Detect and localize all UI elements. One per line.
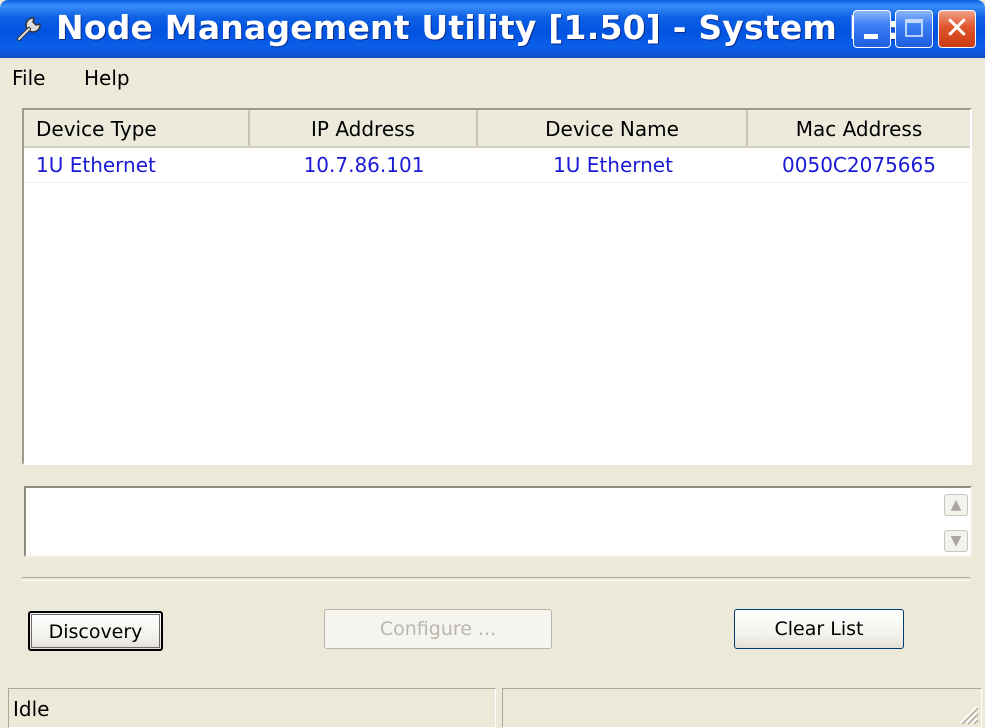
resize-grip-icon[interactable]: [955, 701, 979, 725]
configure-button[interactable]: Configure ...: [324, 609, 552, 649]
minimize-button[interactable]: [853, 10, 891, 48]
scroll-up-button[interactable]: ▲: [944, 494, 968, 516]
column-header-ip-address[interactable]: IP Address: [250, 110, 478, 146]
column-header-device-name[interactable]: Device Name: [478, 110, 748, 146]
cell-mac-address: 0050C2075665: [782, 153, 936, 177]
cell-ip-address: 10.7.86.101: [303, 153, 425, 177]
cell-device-name: 1U Ethernet: [553, 153, 673, 177]
window-title: Node Management Utility [1.50] - System …: [56, 8, 949, 47]
status-pane-secondary: [502, 688, 982, 728]
log-textbox[interactable]: ▲ ▼: [24, 486, 972, 557]
maximize-button[interactable]: [895, 10, 933, 48]
separator: [22, 577, 970, 581]
clear-list-button[interactable]: Clear List: [734, 609, 904, 649]
discovery-button[interactable]: Discovery: [28, 611, 163, 651]
close-button[interactable]: ✕: [938, 10, 976, 48]
status-text: Idle: [13, 697, 50, 721]
chevron-down-icon: ▼: [950, 533, 962, 549]
device-list-header: Device Type IP Address Device Name Mac A…: [24, 110, 970, 148]
title-bar[interactable]: Node Management Utility [1.50] - System …: [0, 0, 985, 58]
close-icon: ✕: [944, 11, 970, 46]
column-header-mac-address[interactable]: Mac Address: [748, 110, 970, 146]
scroll-down-button[interactable]: ▼: [944, 530, 968, 552]
column-header-device-type[interactable]: Device Type: [24, 110, 250, 146]
status-pane-main: Idle: [8, 688, 496, 728]
device-list[interactable]: Device Type IP Address Device Name Mac A…: [22, 108, 972, 465]
menu-help[interactable]: Help: [84, 66, 130, 90]
chevron-up-icon: ▲: [950, 497, 962, 513]
app-wrench-icon: [17, 17, 41, 41]
menu-bar: File Help: [0, 60, 985, 96]
maximize-icon: [905, 19, 923, 37]
table-row[interactable]: 1U Ethernet 10.7.86.101 1U Ethernet 0050…: [24, 148, 970, 183]
node-management-window: Node Management Utility [1.50] - System …: [0, 0, 985, 728]
status-bar: Idle: [0, 688, 985, 728]
cell-device-type: 1U Ethernet: [36, 153, 156, 177]
minimize-icon: [864, 34, 878, 39]
menu-file[interactable]: File: [12, 66, 45, 90]
